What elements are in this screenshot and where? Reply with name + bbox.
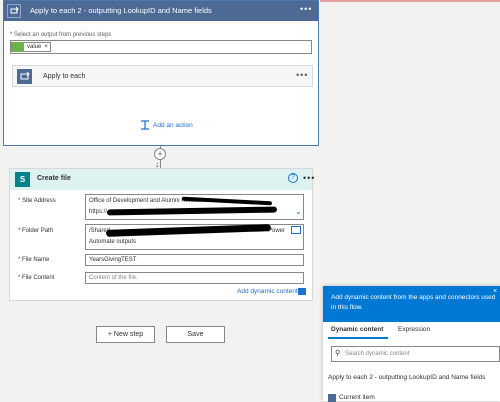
- apply-to-each-inner-title: Apply to each: [43, 73, 86, 80]
- apply-to-each-2-card: Apply to each 2 - outputting LookupID an…: [3, 0, 319, 146]
- dynamic-content-header-text: Add dynamic content from the apps and co…: [331, 294, 496, 311]
- more-options-icon[interactable]: •••: [296, 70, 308, 80]
- select-output-input[interactable]: [10, 40, 312, 54]
- top-accent-bar: [320, 0, 500, 2]
- dynamic-item-current-item[interactable]: Current item: [339, 394, 375, 401]
- more-options-icon[interactable]: •••: [303, 173, 315, 183]
- required-mark: *: [18, 198, 21, 204]
- add-dynamic-content-link[interactable]: Add dynamic content: [237, 288, 298, 295]
- sharepoint-icon: S: [15, 172, 30, 187]
- create-file-header[interactable]: S Create file ? •••: [10, 169, 315, 190]
- folder-path-label: * Folder Path: [18, 228, 53, 234]
- file-content-label: * File Content: [18, 275, 54, 281]
- token-remove-icon[interactable]: ×: [44, 44, 50, 50]
- help-icon[interactable]: ?: [288, 173, 298, 183]
- tab-dynamic-content[interactable]: Dynamic content: [331, 326, 383, 333]
- required-mark: *: [18, 228, 21, 234]
- value-token-label: value: [27, 44, 42, 50]
- loop-icon: [17, 69, 32, 84]
- save-button[interactable]: Save: [166, 326, 225, 343]
- active-tab-underline: [328, 337, 388, 339]
- chevron-down-icon[interactable]: ⌄: [295, 207, 302, 216]
- search-placeholder: Search dynamic content: [345, 351, 410, 357]
- required-mark: *: [18, 275, 21, 281]
- select-output-label-text: Select an output from previous steps: [14, 32, 112, 38]
- insert-step-icon[interactable]: +: [154, 148, 166, 160]
- site-address-label-text: Site Address: [22, 198, 56, 204]
- tab-expression[interactable]: Expression: [398, 326, 430, 333]
- add-action-icon[interactable]: [140, 120, 150, 130]
- value-token[interactable]: value ×: [11, 42, 51, 52]
- apply-to-each-2-header[interactable]: Apply to each 2 - outputting LookupID an…: [4, 1, 318, 21]
- dynamic-section-header[interactable]: Apply to each 2 - outputting LookupID an…: [328, 374, 486, 381]
- apply-to-each-inner-card[interactable]: Apply to each •••: [12, 65, 313, 87]
- folder-path-label-text: Folder Path: [22, 228, 54, 234]
- loop-icon: [7, 4, 21, 18]
- apply-to-each-2-title: Apply to each 2 - outputting LookupID an…: [30, 6, 212, 15]
- dynamic-content-header: Add dynamic content from the apps and co…: [323, 286, 500, 322]
- new-step-button[interactable]: + New step: [96, 326, 155, 343]
- file-name-value: YearsGivingTEST: [89, 257, 137, 263]
- site-address-label: * Site Address: [18, 198, 56, 204]
- select-output-label: * Select an output from previous steps: [10, 32, 111, 38]
- required-mark: *: [18, 257, 21, 263]
- create-file-title: Create file: [37, 175, 71, 182]
- file-name-label-text: File Name: [22, 257, 50, 263]
- file-content-placeholder: Content of the file.: [89, 275, 138, 281]
- folder-path-line2: Automate outputs: [89, 239, 137, 245]
- add-dynamic-content-icon[interactable]: [298, 288, 306, 295]
- site-address-line2: https://: [89, 209, 108, 215]
- folder-icon[interactable]: [291, 226, 301, 234]
- more-options-icon[interactable]: •••: [300, 4, 312, 14]
- sharepoint-token-icon: [12, 42, 24, 52]
- file-content-label-text: File Content: [22, 275, 55, 281]
- search-icon: ⚲: [335, 350, 341, 357]
- create-file-card: S Create file ? ••• * Site Address Offic…: [9, 168, 315, 301]
- required-mark: *: [10, 32, 13, 38]
- dynamic-content-panel: Add dynamic content from the apps and co…: [323, 286, 500, 402]
- add-an-action-link[interactable]: Add an action: [153, 122, 193, 129]
- close-icon[interactable]: ×: [493, 288, 497, 295]
- file-name-label: * File Name: [18, 257, 49, 263]
